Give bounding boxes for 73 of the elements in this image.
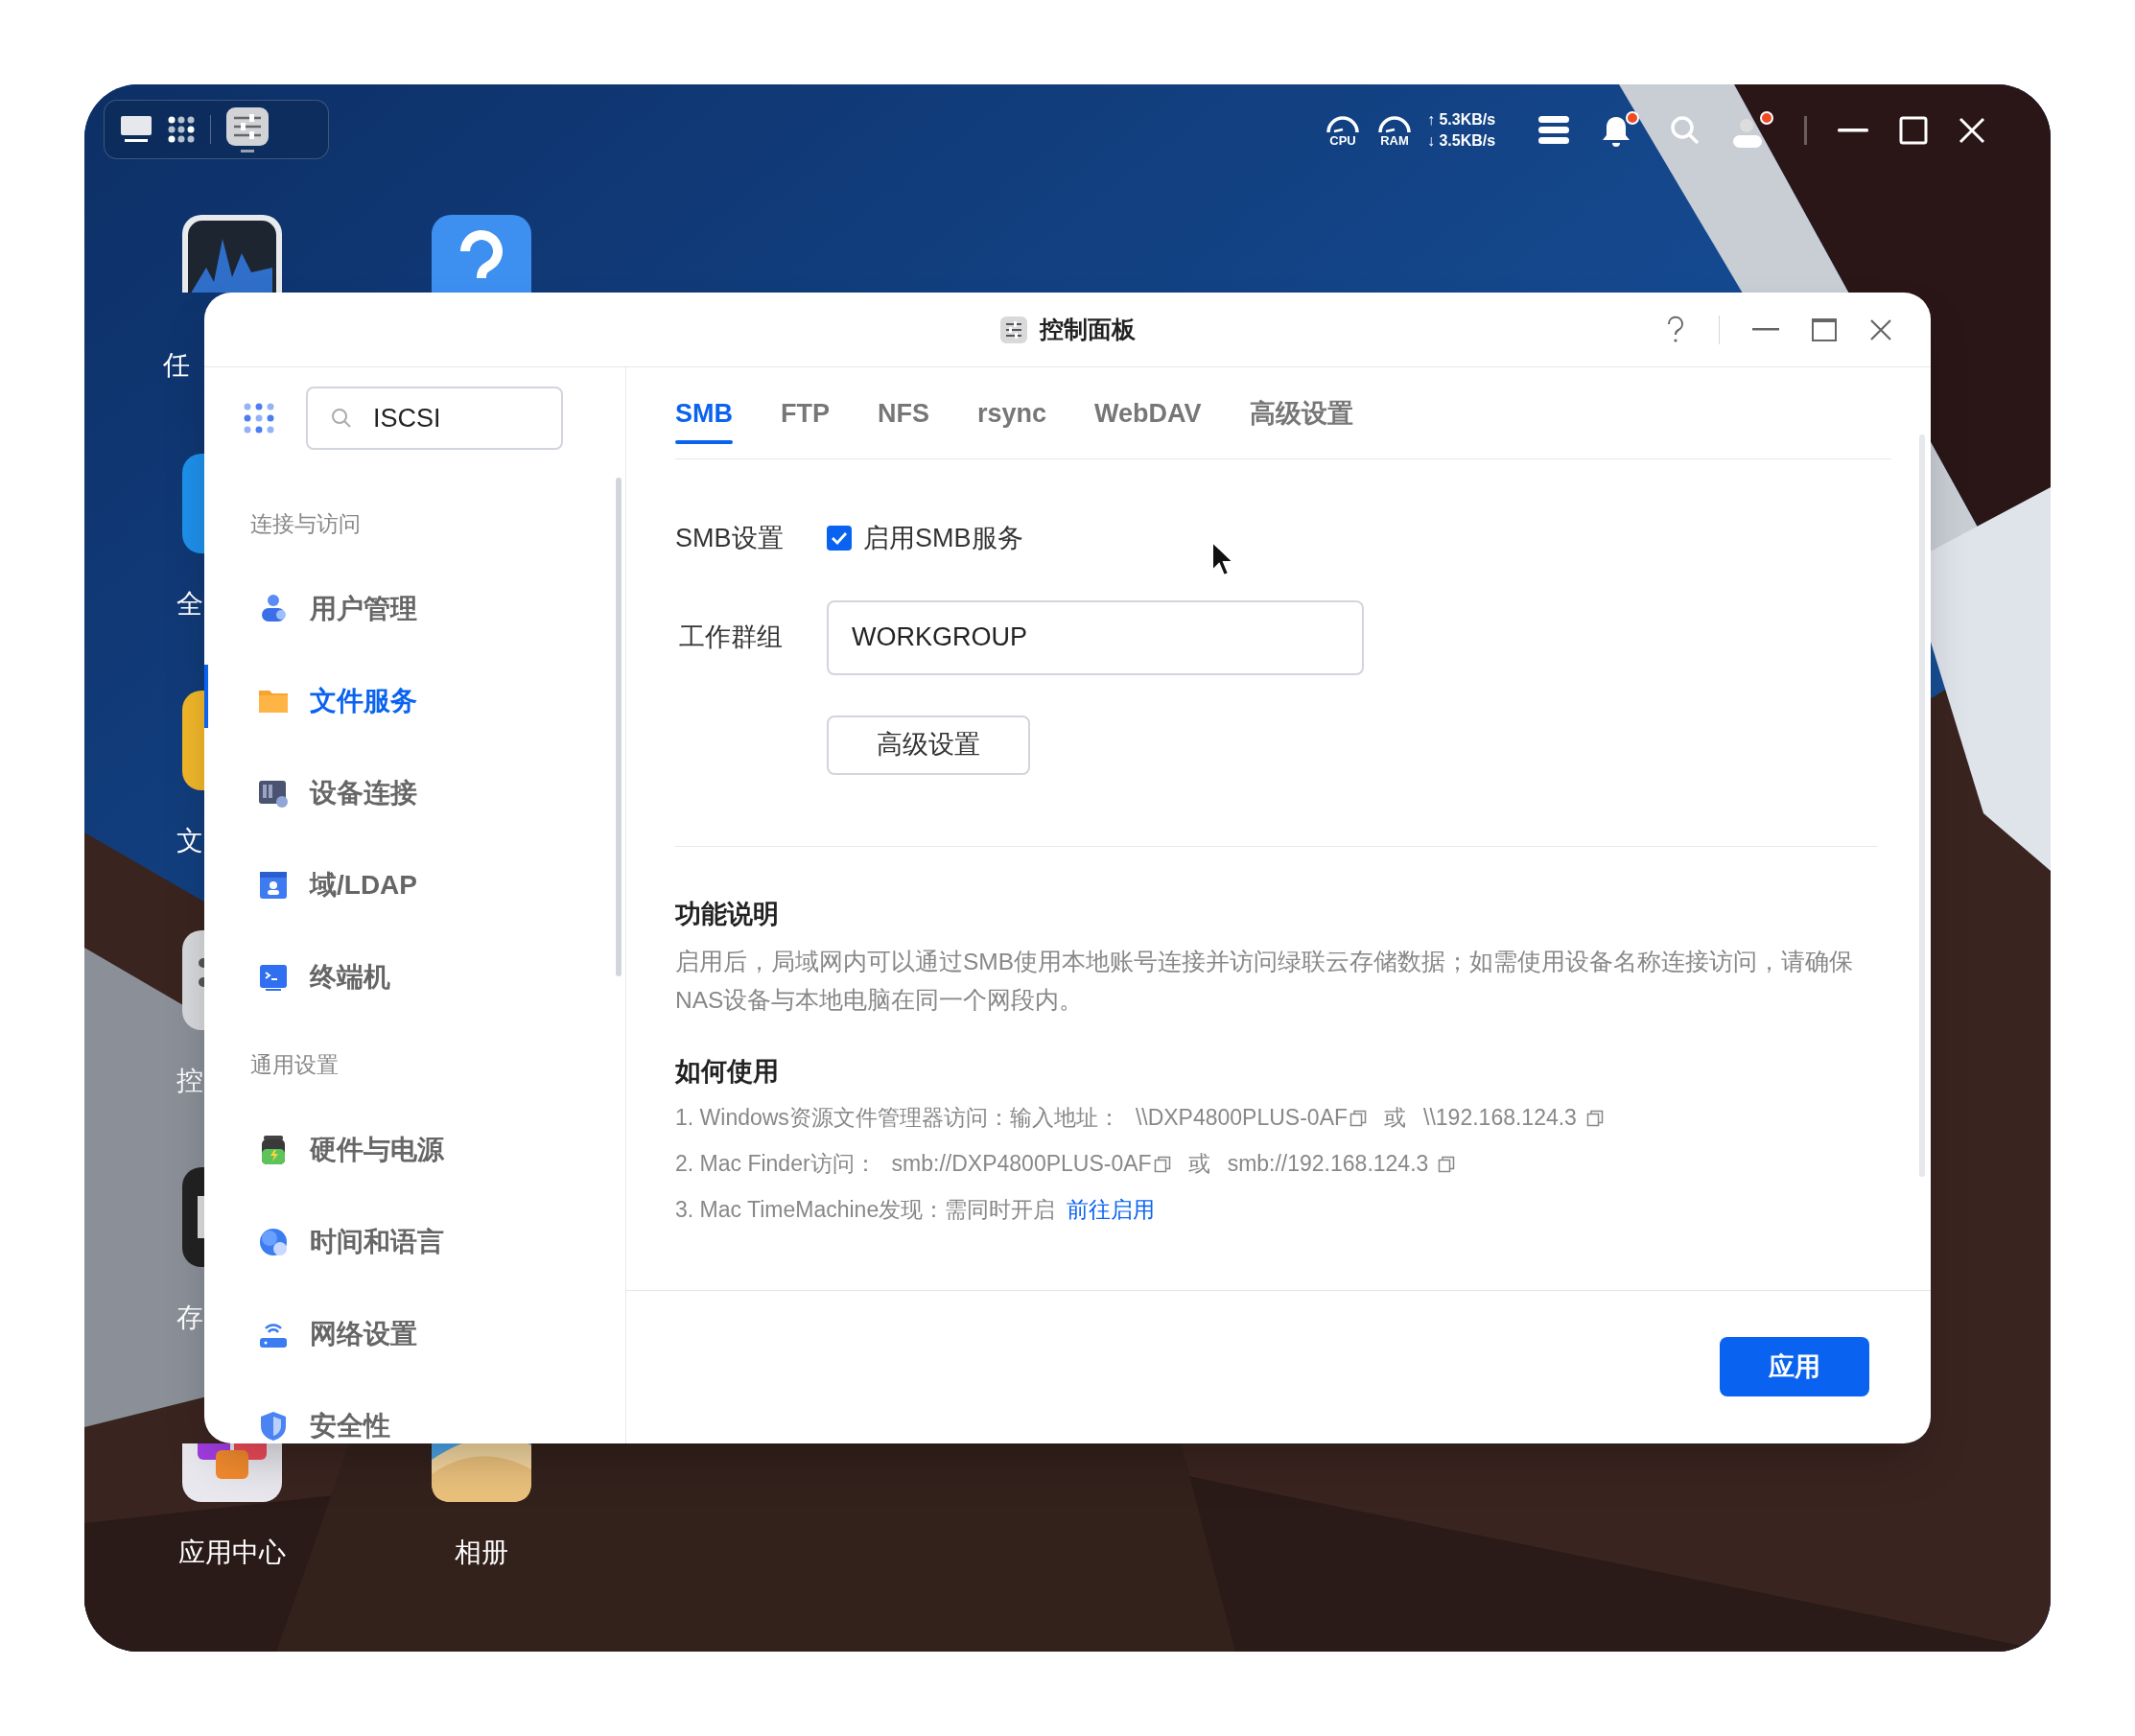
sidebar-item[interactable]: 安全性 — [204, 1380, 625, 1443]
sidebar-item[interactable]: 终端机 — [204, 931, 625, 1023]
advanced-settings-button[interactable]: 高级设置 — [827, 715, 1030, 775]
copy-icon[interactable] — [1438, 1155, 1456, 1173]
sidebar-item[interactable]: 硬件与电源 — [204, 1104, 625, 1196]
app-label: 应用中心 — [178, 1537, 286, 1569]
checkbox[interactable] — [827, 526, 852, 551]
tab[interactable]: rsync — [977, 383, 1047, 444]
section-heading: 连接与访问 — [249, 509, 362, 538]
or-text: 或 — [1187, 1150, 1210, 1179]
download-speed: ↓ 3.5KB/s — [1427, 131, 1496, 151]
storage-icon[interactable] — [1537, 115, 1571, 146]
address-text: \\192.168.124.3 — [1423, 1104, 1577, 1133]
cpu-gauge[interactable]: CPU — [1324, 113, 1362, 148]
tab[interactable]: NFS — [878, 383, 929, 444]
enable-checkbox[interactable]: 启用SMB服务 — [827, 519, 1023, 558]
apps-grid-icon[interactable] — [168, 116, 195, 143]
app-label: 文 — [176, 825, 203, 857]
minimize-icon[interactable] — [1838, 129, 1869, 132]
workgroup-field[interactable]: WORKGROUP — [827, 599, 1364, 675]
tab[interactable]: 高级设置 — [1249, 383, 1353, 444]
tab[interactable]: SMB — [675, 383, 733, 444]
app-label: 全 — [176, 588, 203, 621]
ram-gauge[interactable]: RAM — [1375, 113, 1414, 148]
sidebar-item[interactable]: 域/LDAP — [204, 839, 625, 931]
or-text: 或 — [1384, 1104, 1407, 1133]
step-text: 3. Mac TimeMachine发现：需同时开启 — [675, 1196, 1056, 1225]
step-text: 2. Mac Finder访问： — [675, 1150, 877, 1179]
photos-app-icon[interactable] — [432, 1443, 531, 1502]
apply-button[interactable]: 应用 — [1720, 1337, 1869, 1396]
description-text: 启用后，局域网内可以通过SMB使用本地账号连接并访问绿联云存储数据；如需使用设备名称连接访问，请确保NAS设备与本地电脑在同一个网段内。 — [675, 948, 1855, 1015]
tab[interactable]: FTP — [781, 383, 830, 444]
section-heading: 通用设置 — [249, 1050, 340, 1079]
tab[interactable]: WebDAV — [1094, 383, 1202, 444]
app-label: 控 — [176, 1065, 203, 1097]
copy-icon[interactable] — [1349, 1109, 1368, 1127]
app-label: 任 — [163, 349, 190, 382]
search-field[interactable]: ISCSI — [306, 387, 563, 450]
sidebar-item[interactable]: 文件服务 — [204, 655, 625, 747]
search-icon — [331, 408, 352, 429]
copy-icon[interactable] — [1153, 1155, 1171, 1173]
control-panel-icon — [999, 315, 1028, 344]
upload-speed: ↑ 5.3KB/s — [1427, 110, 1496, 129]
section-title: 功能说明 — [675, 898, 780, 930]
notification-bell-icon[interactable] — [1601, 111, 1640, 150]
app-label: 相册 — [455, 1537, 508, 1569]
window-title: 控制面板 — [1040, 314, 1136, 344]
help-app-icon[interactable] — [432, 215, 531, 293]
address-text: \\DXP4800PLUS-0AF — [1135, 1104, 1349, 1133]
address-text: smb://DXP4800PLUS-0AF — [891, 1150, 1152, 1179]
enable-link[interactable]: 前往启用 — [1067, 1193, 1156, 1227]
copy-icon[interactable] — [1585, 1109, 1604, 1127]
chart-app-icon[interactable] — [182, 215, 282, 293]
user-icon[interactable] — [1731, 111, 1774, 150]
sidebar-item[interactable]: 用户管理 — [204, 563, 625, 655]
section-title: 如何使用 — [675, 1056, 780, 1088]
address-text: smb://192.168.124.3 — [1227, 1150, 1429, 1179]
sidebar-item[interactable]: 网络设置 — [204, 1288, 625, 1380]
field-label: 工作群组 — [678, 622, 784, 654]
step-text: 1. Windows资源文件管理器访问：输入地址： — [675, 1104, 1120, 1133]
sidebar-item[interactable]: 时间和语言 — [204, 1196, 625, 1288]
app-label: 存 — [176, 1302, 203, 1334]
app-icon[interactable] — [182, 691, 204, 790]
sidebar-item[interactable]: 设备连接 — [204, 747, 625, 839]
scrollbar[interactable] — [1919, 434, 1925, 1177]
help-icon[interactable] — [1665, 315, 1686, 344]
active-indicator — [241, 149, 254, 152]
desktop-icon[interactable] — [120, 115, 152, 144]
app-center-icon[interactable] — [182, 1443, 282, 1502]
scrollbar[interactable] — [616, 478, 622, 976]
app-icon[interactable] — [182, 1167, 204, 1267]
app-icon[interactable] — [182, 930, 204, 1030]
field-label: SMB设置 — [675, 523, 785, 554]
